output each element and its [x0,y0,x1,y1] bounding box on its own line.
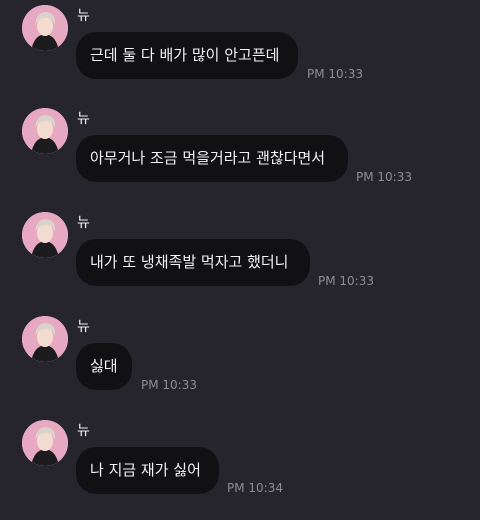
message-timestamp: PM 10:33 [318,274,374,288]
profile-photo-icon [22,212,68,258]
message-timestamp: PM 10:33 [307,67,363,81]
message-group: 뉴 내가 또 냉채족발 먹자고 했더니 PM 10:33 [0,212,480,312]
avatar[interactable] [22,420,68,466]
message-bubble[interactable]: 근데 둘 다 배가 많이 안고픈데 [76,32,298,79]
message-bubble[interactable]: 싫대 [76,343,132,390]
sender-name: 뉴 [77,423,91,439]
sender-name: 뉴 [77,8,91,24]
message-group: 뉴 싫대 PM 10:33 [0,316,480,416]
profile-photo-icon [22,316,68,362]
message-timestamp: PM 10:33 [141,378,197,392]
avatar[interactable] [22,212,68,258]
profile-photo-icon [22,420,68,466]
message-timestamp: PM 10:34 [227,481,283,495]
avatar[interactable] [22,316,68,362]
sender-name: 뉴 [77,215,91,231]
sender-name: 뉴 [77,111,91,127]
profile-photo-icon [22,108,68,154]
avatar[interactable] [22,108,68,154]
message-timestamp: PM 10:33 [356,170,412,184]
message-group: 뉴 나 지금 재가 싫어 PM 10:34 [0,420,480,520]
message-bubble[interactable]: 나 지금 재가 싫어 [76,447,219,494]
message-bubble[interactable]: 아무거나 조금 먹을거라고 괜찮다면서 [76,135,348,182]
profile-photo-icon [22,5,68,51]
sender-name: 뉴 [77,319,91,335]
message-group: 뉴 근데 둘 다 배가 많이 안고픈데 PM 10:33 [0,5,480,105]
avatar[interactable] [22,5,68,51]
message-group: 뉴 아무거나 조금 먹을거라고 괜찮다면서 PM 10:33 [0,108,480,208]
message-bubble[interactable]: 내가 또 냉채족발 먹자고 했더니 [76,239,310,286]
